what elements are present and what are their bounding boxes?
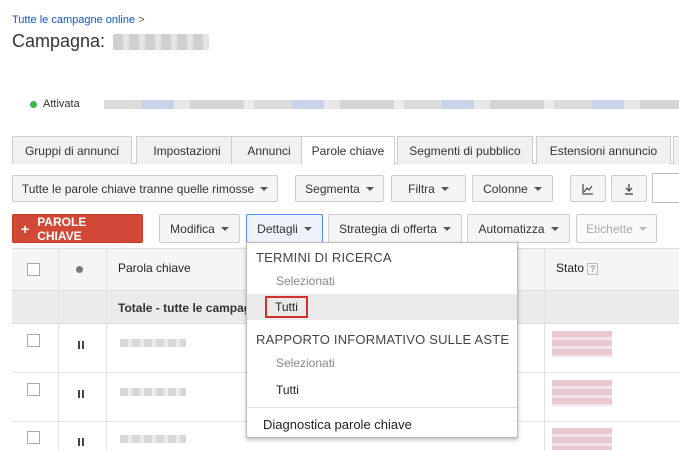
bid-strategy-label: Strategia di offerta	[339, 221, 437, 236]
edit-dropdown[interactable]: Modifica	[159, 214, 240, 243]
pause-icon[interactable]	[78, 341, 84, 349]
chevron-down-icon	[260, 186, 269, 191]
search-input[interactable]	[652, 173, 679, 203]
chevron-down-icon	[220, 226, 229, 231]
details-dropdown[interactable]: Dettagli	[246, 214, 323, 243]
row-checkbox[interactable]	[27, 431, 40, 444]
page-title: Campagna:	[12, 31, 210, 52]
details-label: Dettagli	[257, 221, 298, 236]
keyword-diagnostics-item[interactable]: Diagnostica parole chiave	[247, 411, 517, 437]
segment-dropdown[interactable]: Segmenta	[295, 175, 384, 202]
auction-insights-all-item[interactable]: Tutti	[247, 377, 517, 403]
status-column-header[interactable]: Stato?	[556, 261, 599, 275]
chevron-down-icon	[442, 226, 451, 231]
status-redacted	[552, 380, 612, 406]
labels-dropdown[interactable]: Etichette	[576, 214, 657, 243]
tab-settings[interactable]: Impostazioni	[136, 136, 238, 164]
page-title-prefix: Campagna:	[12, 31, 106, 51]
tab-overflow[interactable]	[673, 136, 679, 164]
tab-audiences[interactable]: Segmenti di pubblico	[397, 136, 533, 164]
total-label: Totale - tutte le campagne	[118, 301, 266, 315]
tab-keywords[interactable]: Parole chiave	[301, 136, 395, 165]
chevron-down-icon	[365, 186, 374, 191]
keyword-view-filter-label: Tutte le parole chiave tranne quelle rim…	[21, 181, 255, 196]
add-keywords-label: PAROLE CHIAVE	[37, 214, 87, 243]
tab-ad-extensions[interactable]: Estensioni annuncio	[536, 136, 671, 164]
auction-insights-selected-item[interactable]: Selezionati	[247, 350, 517, 376]
campaign-name-redacted	[113, 33, 210, 50]
chevron-down-icon	[638, 226, 647, 231]
chevron-down-icon	[533, 186, 542, 191]
auction-insights-heading: RAPPORTO INFORMATIVO SULLE ASTE	[256, 332, 510, 347]
keyword-column-header[interactable]: Parola chiave	[118, 261, 191, 275]
tab-ads[interactable]: Annunci	[231, 136, 307, 164]
tab-ad-groups[interactable]: Gruppi di annunci	[12, 136, 132, 164]
keyword-redacted	[120, 435, 186, 443]
status-label: Attivata	[43, 98, 80, 110]
status-redacted	[552, 331, 612, 357]
download-button[interactable]	[611, 175, 647, 202]
labels-label: Etichette	[586, 221, 633, 236]
status-dot-header-icon	[76, 266, 83, 273]
segment-label: Segmenta	[305, 181, 360, 196]
status-redacted	[552, 428, 612, 450]
select-all-checkbox[interactable]	[27, 263, 40, 276]
details-menu: TERMINI DI RICERCA Selezionati Tutti RAP…	[246, 242, 518, 438]
search-terms-heading: TERMINI DI RICERCA	[256, 250, 392, 265]
breadcrumb-link[interactable]: Tutte le campagne online	[12, 14, 135, 26]
pause-icon[interactable]	[78, 438, 84, 446]
filter-dropdown[interactable]: Filtra	[391, 175, 466, 202]
column-divider	[58, 248, 59, 450]
search-terms-all-item[interactable]: Tutti	[247, 294, 517, 320]
row-checkbox[interactable]	[27, 334, 40, 347]
bid-strategy-dropdown[interactable]: Strategia di offerta	[328, 214, 462, 243]
campaign-status: Attivata	[30, 98, 80, 110]
plus-icon: +	[21, 220, 30, 237]
search-terms-all-label: Tutti	[265, 296, 308, 318]
help-icon[interactable]: ?	[587, 263, 599, 275]
campaign-details-redacted	[104, 100, 679, 109]
chevron-down-icon	[550, 226, 559, 231]
menu-divider	[247, 407, 517, 408]
edit-label: Modifica	[170, 221, 215, 236]
status-column-label: Stato	[556, 261, 585, 275]
chart-toggle-button[interactable]	[570, 175, 606, 202]
download-icon	[625, 183, 633, 195]
tab-bar: Gruppi di annunci Impostazioni Annunci P…	[12, 136, 679, 165]
pause-icon[interactable]	[78, 390, 84, 398]
column-divider	[106, 248, 107, 450]
chevron-down-icon	[303, 226, 312, 231]
filter-label: Filtra	[408, 181, 435, 196]
columns-dropdown[interactable]: Colonne	[472, 175, 553, 202]
status-dot-icon	[30, 100, 37, 108]
chevron-down-icon	[440, 186, 449, 191]
breadcrumb-separator: >	[138, 14, 145, 26]
line-chart-icon	[582, 183, 593, 195]
keyword-redacted	[120, 339, 186, 347]
automate-label: Automatizza	[478, 221, 545, 236]
columns-label: Colonne	[483, 181, 528, 196]
row-checkbox[interactable]	[27, 383, 40, 396]
search-terms-selected-item[interactable]: Selezionati	[247, 268, 517, 294]
add-keywords-button[interactable]: + PAROLE CHIAVE	[12, 214, 143, 243]
automate-dropdown[interactable]: Automatizza	[467, 214, 570, 243]
breadcrumb: Tutte le campagne online >	[12, 14, 145, 26]
keyword-redacted	[120, 388, 186, 396]
column-divider	[544, 248, 545, 450]
keyword-view-filter-dropdown[interactable]: Tutte le parole chiave tranne quelle rim…	[12, 175, 278, 202]
